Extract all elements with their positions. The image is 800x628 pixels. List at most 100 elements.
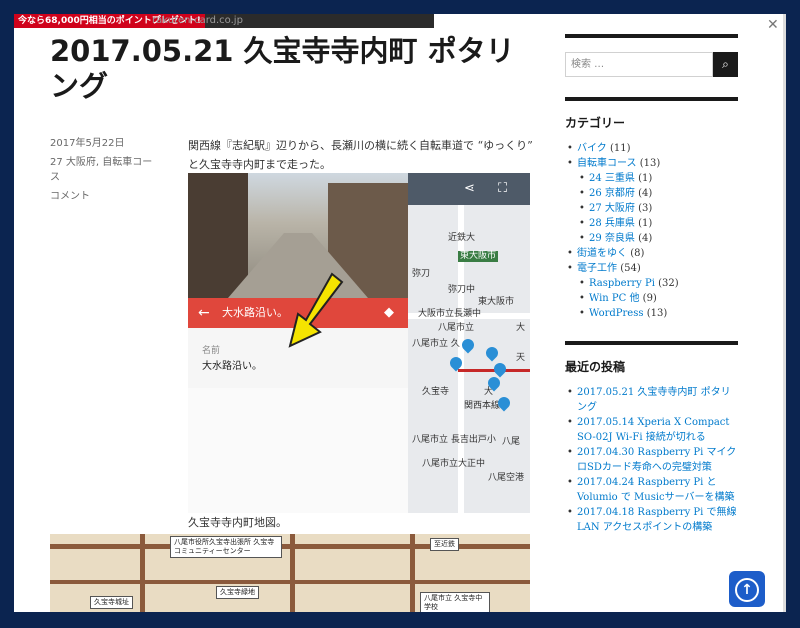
search-icon[interactable]: ⌕	[713, 52, 738, 77]
category-item: 27 大阪府 (3)	[565, 201, 738, 216]
category-item: 街道をゆく (8)	[565, 246, 738, 261]
recent-post-link[interactable]: 2017.05.21 久宝寺寺内町 ポタリング	[577, 387, 731, 413]
category-count: (13)	[639, 158, 661, 169]
map-label: 久宝寺	[422, 387, 450, 397]
directions-icon: ◆	[384, 305, 394, 320]
map-label: 東大阪市	[478, 297, 515, 307]
scroll-to-top-button[interactable]: ↑	[729, 571, 765, 607]
recent-posts-list: 2017.05.21 久宝寺寺内町 ポタリング 2017.05.14 Xperi…	[565, 385, 738, 535]
map-label: 八尾市立	[438, 323, 475, 333]
recent-post-link[interactable]: 2017.05.14 Xperia X Compact SO-02J Wi-Fi…	[577, 417, 729, 443]
place-title: 大水路沿い。	[222, 306, 288, 319]
category-item: WordPress (13)	[565, 306, 738, 321]
map-pin-icon	[483, 344, 501, 362]
map-label: 八尾	[502, 437, 521, 447]
category-count: (54)	[620, 263, 641, 274]
ad-banner[interactable]: 今なら68,000円相当のポイントプレゼント! rakuten-card.co.…	[14, 14, 434, 28]
category-link[interactable]: Win PC 他	[589, 293, 639, 304]
category-link[interactable]: 自転車コース	[577, 158, 637, 169]
sidebar-divider	[565, 97, 738, 101]
map2-road	[290, 534, 295, 612]
category-count: (13)	[646, 308, 668, 319]
category-link[interactable]: 28 兵庫県	[589, 218, 635, 229]
search-input[interactable]: 検索 …	[565, 52, 713, 77]
category-list: バイク (11) 自転車コース (13) 24 三重県 (1) 26 京都府 (…	[565, 141, 738, 321]
close-icon[interactable]: ✕	[767, 18, 779, 32]
category-item: Win PC 他 (9)	[565, 291, 738, 306]
card-empty-area	[188, 388, 408, 513]
map-label: 関西本線	[464, 401, 501, 411]
category-item: 28 兵庫県 (1)	[565, 216, 738, 231]
sidebar: 検索 … ⌕ カテゴリー バイク (11) 自転車コース (13) 24 三重県…	[565, 34, 738, 535]
sidebar-divider	[565, 341, 738, 345]
street-wall-left	[188, 173, 248, 298]
scrollbar[interactable]	[783, 14, 786, 612]
category-link[interactable]: 街道をゆく	[577, 248, 627, 259]
recent-post-link[interactable]: 2017.04.24 Raspberry Pi と Volumio で Musi…	[577, 477, 735, 503]
field-label: 名前	[202, 346, 221, 356]
map2-label: 久宝寺城址	[90, 596, 133, 609]
map2-road	[140, 534, 145, 612]
recent-post-item: 2017.05.21 久宝寺寺内町 ポタリング	[565, 385, 738, 415]
category-item: 26 京都府 (4)	[565, 186, 738, 201]
recent-post-item: 2017.04.18 Raspberry Pi で無線LAN アクセスポイントの…	[565, 505, 738, 535]
category-item: Raspberry Pi (32)	[565, 276, 738, 291]
post-meta: 2017年5月22日 27 大阪府, 自転車コース コメント	[50, 136, 160, 208]
back-arrow-icon: ←	[198, 305, 210, 321]
category-link[interactable]: バイク	[577, 143, 607, 154]
comment-link[interactable]: コメント	[50, 189, 160, 204]
category-link[interactable]: 29 奈良県	[589, 233, 635, 244]
map-label: 東大阪市	[458, 251, 499, 262]
category-count: (9)	[642, 293, 657, 304]
categories-heading: カテゴリー	[565, 116, 626, 130]
recent-post-link[interactable]: 2017.04.30 Raspberry Pi マイクロSDカード寿命への完璧対…	[577, 447, 736, 473]
map2-road	[410, 534, 415, 612]
category-link[interactable]: 電子工作	[577, 263, 617, 274]
map-label: 八尾市立大正中	[422, 459, 486, 469]
map-header: ⋖ ⛶	[408, 173, 530, 205]
map2-label: 久宝寺緑地	[216, 586, 259, 599]
yellow-arrow-icon	[288, 272, 344, 348]
category-item: バイク (11)	[565, 141, 738, 156]
map-label: 天	[516, 353, 526, 363]
ad-url: rakuten-card.co.jp	[152, 15, 243, 26]
recent-post-item: 2017.04.30 Raspberry Pi マイクロSDカード寿命への完璧対…	[565, 445, 738, 475]
post-date[interactable]: 2017年5月22日	[50, 136, 160, 151]
post-categories[interactable]: 27 大阪府, 自転車コース	[50, 155, 160, 185]
town-map-image: 八尾市役所久宝寺出張所 久宝寺コミュニティーセンター 至近鉄 久宝寺緑地 八尾市…	[50, 534, 530, 612]
category-item: 電子工作 (54)	[565, 261, 738, 276]
map2-label: 八尾市立 久宝寺中学校	[420, 592, 490, 612]
category-item: 自転車コース (13)	[565, 156, 738, 171]
map-label: 近鉄大	[448, 233, 476, 243]
category-item: 24 三重県 (1)	[565, 171, 738, 186]
post-intro: 関西線『志紀駅』辺りから、長瀬川の横に続く自転車道で “ゆっくり” と久宝寺寺内…	[188, 139, 533, 171]
category-link[interactable]: 24 三重県	[589, 173, 635, 184]
category-count: (32)	[658, 278, 679, 289]
share-icon: ⋖	[464, 181, 475, 196]
map-label: 大阪市立長瀬中	[418, 309, 482, 319]
map-pin-icon	[491, 360, 509, 378]
map-label: 弥刀	[412, 269, 431, 279]
map-label: 八尾空港	[488, 473, 525, 483]
category-count: (8)	[630, 248, 645, 259]
map2-label: 至近鉄	[430, 538, 459, 551]
recent-post-item: 2017.04.24 Raspberry Pi と Volumio で Musi…	[565, 475, 738, 505]
field-value: 大水路沿い。	[202, 361, 262, 372]
category-link[interactable]: 26 京都府	[589, 188, 635, 199]
category-count: (4)	[638, 188, 653, 199]
map-label: 八尾市立 久	[412, 339, 460, 349]
app-screenshot-image: ← 大水路沿い。 ◆ 名前 大水路沿い。 ⋖ ⛶ 近鉄大 東大阪市 弥刀 弥刀中…	[188, 173, 530, 513]
map-label: 八尾市立 長吉出戸小	[412, 435, 496, 445]
recent-post-link[interactable]: 2017.04.18 Raspberry Pi で無線LAN アクセスポイントの…	[577, 507, 737, 533]
category-count: (4)	[638, 233, 653, 244]
search-form: 検索 … ⌕	[565, 52, 738, 77]
arrow-up-icon: ↑	[735, 578, 759, 602]
map-panel: ⋖ ⛶ 近鉄大 東大阪市 弥刀 弥刀中 東大阪市 八尾市立 大阪市立長瀬中 大 …	[408, 173, 530, 513]
category-link[interactable]: 27 大阪府	[589, 203, 635, 214]
category-link[interactable]: Raspberry Pi	[589, 278, 655, 289]
post-title: 2017.05.21 久宝寺寺内町 ポタリング	[50, 34, 515, 103]
recent-posts-heading: 最近の投稿	[565, 360, 626, 374]
category-link[interactable]: WordPress	[589, 308, 644, 319]
